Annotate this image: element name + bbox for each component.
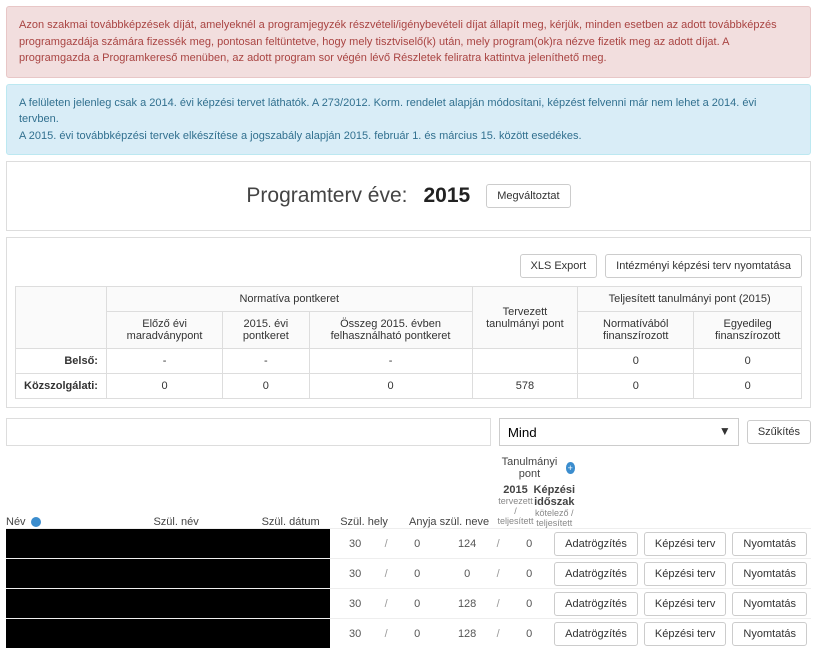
redacted-area <box>6 589 330 618</box>
info-icon[interactable]: + <box>566 462 576 474</box>
summary-row: Belső:---00 <box>16 349 802 374</box>
print-plan-button[interactable]: Intézményi képzési terv nyomtatása <box>605 254 802 278</box>
th-birth-name: Szül. név <box>153 516 261 528</box>
table-row: 30/0128/0AdatrögzítésKépzési tervNyomtat… <box>6 618 811 648</box>
narrow-button[interactable]: Szűkítés <box>747 420 811 444</box>
plan-button[interactable]: Képzési terv <box>644 562 727 586</box>
alert-info: A felületen jelenleg csak a 2014. évi ké… <box>6 84 811 156</box>
year-panel: Programterv éve: 2015 Megváltoztat <box>6 161 811 231</box>
th-name[interactable]: Név <box>6 516 26 528</box>
print-button[interactable]: Nyomtatás <box>732 562 807 586</box>
th-birth-place: Szül. hely <box>340 516 409 528</box>
plan-button[interactable]: Képzési terv <box>644 532 727 556</box>
th-normfin: Normatívából finanszírozott <box>578 312 694 349</box>
xls-export-button[interactable]: XLS Export <box>520 254 598 278</box>
filter-select[interactable]: Mind <box>499 418 739 446</box>
plan-button[interactable]: Képzési terv <box>644 592 727 616</box>
plan-button[interactable]: Képzési terv <box>644 622 727 646</box>
year-value: 2015 <box>423 184 470 208</box>
redacted-area <box>6 559 330 588</box>
th-period: Képzési időszak <box>534 484 576 508</box>
record-button[interactable]: Adatrögzítés <box>554 622 638 646</box>
record-button[interactable]: Adatrögzítés <box>554 592 638 616</box>
redacted-area <box>6 619 330 648</box>
table-row: 30/0128/0AdatrögzítésKépzési tervNyomtat… <box>6 588 811 618</box>
th-done: Teljesített tanulmányi pont (2015) <box>578 287 802 312</box>
print-button[interactable]: Nyomtatás <box>732 592 807 616</box>
list-header: Név Szül. név Szül. dátum Szül. hely Any… <box>6 456 811 528</box>
record-button[interactable]: Adatrögzítés <box>554 532 638 556</box>
filter-row: Mind ▼ Szűkítés <box>6 418 811 446</box>
change-year-button[interactable]: Megváltoztat <box>486 184 570 208</box>
redacted-area <box>6 529 330 558</box>
th-yearquota: 2015. évi pontkeret <box>223 312 309 349</box>
alert-info-line1: A felületen jelenleg csak a 2014. évi ké… <box>19 95 798 128</box>
th-normativa: Normatíva pontkeret <box>106 287 472 312</box>
th-points-group: Tanulmányi pont <box>498 456 562 480</box>
th-total: Összeg 2015. évben felhasználható pontke… <box>309 312 472 349</box>
th-mother-name: Anyja szül. neve <box>409 516 497 528</box>
th-birth-date: Szül. dátum <box>262 516 341 528</box>
th-2015-sub: tervezett / teljesített <box>498 496 534 526</box>
filter-input[interactable] <box>6 418 491 446</box>
summary-table: Normatíva pontkeret Tervezett tanulmányi… <box>15 286 802 399</box>
record-button[interactable]: Adatrögzítés <box>554 562 638 586</box>
list-rows: 30/0124/0AdatrögzítésKépzési tervNyomtat… <box>6 528 811 648</box>
alert-warning: Azon szakmai továbbképzések díját, amely… <box>6 6 811 78</box>
print-button[interactable]: Nyomtatás <box>732 622 807 646</box>
table-row: 30/0124/0AdatrögzítésKépzési tervNyomtat… <box>6 528 811 558</box>
th-2015: 2015 <box>503 484 527 496</box>
summary-panel: XLS Export Intézményi képzési terv nyomt… <box>6 237 811 408</box>
year-label: Programterv éve: <box>246 184 407 208</box>
summary-row: Közszolgálati:00057800 <box>16 374 802 399</box>
th-planned: Tervezett tanulmányi pont <box>472 287 578 349</box>
th-indfin: Egyedileg finanszírozott <box>694 312 802 349</box>
alert-info-line2: A 2015. évi továbbképzési tervek elkészí… <box>19 128 798 145</box>
th-prev: Előző évi maradványpont <box>106 312 222 349</box>
print-button[interactable]: Nyomtatás <box>732 532 807 556</box>
table-row: 30/00/0AdatrögzítésKépzési tervNyomtatás <box>6 558 811 588</box>
th-period-sub: kötelező / teljesített <box>534 508 576 528</box>
